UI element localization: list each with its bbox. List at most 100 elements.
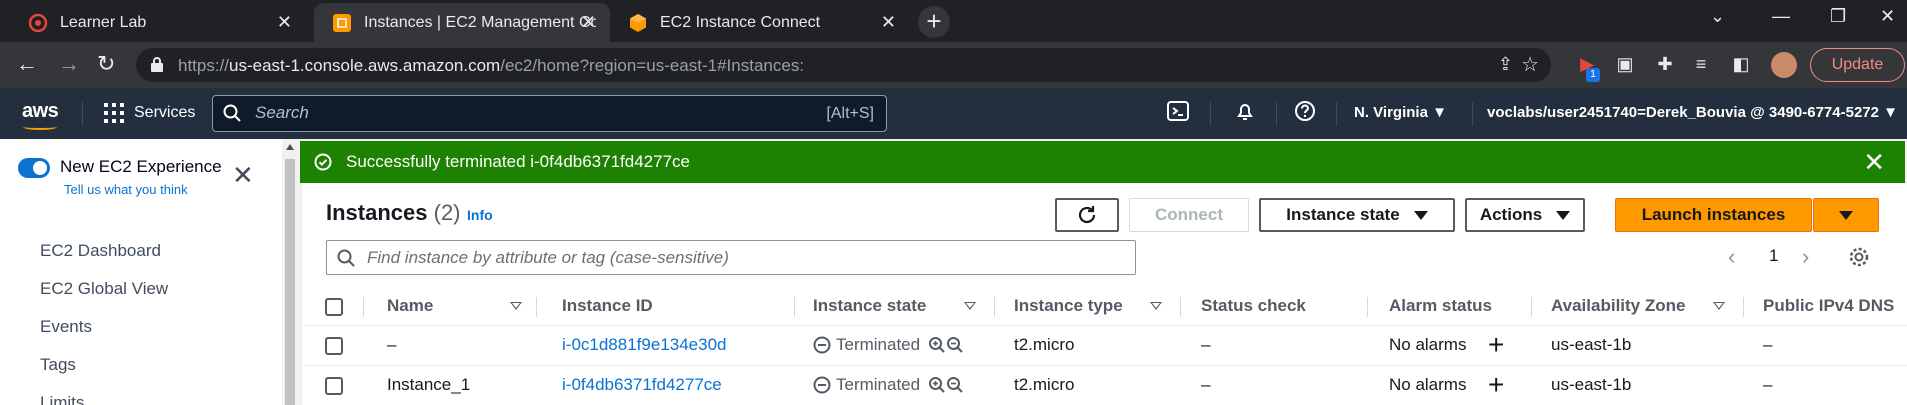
aws-search-box[interactable]: [Alt+S] bbox=[212, 95, 887, 132]
account-menu[interactable]: voclabs/user2451740=Derek_Bouvia @ 3490-… bbox=[1487, 104, 1898, 121]
cell-alarm-status: No alarms bbox=[1389, 335, 1467, 354]
select-all-checkbox[interactable] bbox=[325, 298, 343, 316]
forward-arrow-icon[interactable]: → bbox=[58, 51, 80, 77]
tab-search-chevron-icon[interactable]: ⌄ bbox=[1710, 6, 1725, 27]
tab-learner-lab[interactable]: Learner Lab ✕ bbox=[10, 3, 306, 42]
tab-ec2-instances[interactable]: Instances | EC2 Management Cor ✕ bbox=[314, 3, 610, 42]
help-icon[interactable] bbox=[1292, 100, 1318, 126]
share-icon[interactable]: ⇪ bbox=[1498, 54, 1513, 75]
address-bar[interactable]: https://us-east-1.console.aws.amazon.com… bbox=[136, 48, 1551, 82]
terminated-status-icon bbox=[813, 376, 831, 394]
tab-close-icon[interactable]: ✕ bbox=[277, 12, 292, 33]
scroll-up-icon[interactable] bbox=[286, 144, 294, 150]
aws-smile-icon bbox=[23, 124, 57, 130]
new-tab-button[interactable]: + bbox=[918, 6, 950, 38]
previous-page-icon[interactable]: ‹ bbox=[1728, 244, 1735, 270]
filter-input[interactable] bbox=[367, 248, 1067, 268]
cell-instance-id[interactable]: i-0f4db6371fd4277ce bbox=[562, 375, 722, 395]
sidebar-item-tags[interactable]: Tags bbox=[40, 355, 76, 375]
header-divider bbox=[82, 102, 83, 126]
column-header-status-check[interactable]: Status check bbox=[1201, 296, 1306, 316]
sidebar-item-ec2-global-view[interactable]: EC2 Global View bbox=[40, 279, 168, 299]
launch-instances-button[interactable]: Launch instances bbox=[1615, 198, 1812, 232]
column-divider bbox=[1367, 297, 1368, 317]
add-alarm-icon[interactable]: + bbox=[1488, 329, 1504, 361]
zoom-out-icon[interactable] bbox=[946, 336, 964, 354]
cloudshell-icon[interactable] bbox=[1165, 100, 1191, 126]
tab-ec2-instance-connect[interactable]: EC2 Instance Connect ✕ bbox=[610, 3, 910, 42]
actions-button[interactable]: Actions bbox=[1465, 198, 1585, 232]
search-input[interactable] bbox=[255, 103, 755, 123]
column-header-name[interactable]: Name bbox=[387, 296, 433, 316]
sidebar-item-events[interactable]: Events bbox=[40, 317, 92, 337]
zoom-in-icon[interactable] bbox=[928, 376, 946, 394]
services-grid-icon[interactable] bbox=[104, 103, 124, 123]
table-header: Name Instance ID Instance state Instance… bbox=[301, 288, 1907, 326]
sort-icon[interactable] bbox=[1713, 302, 1725, 310]
connect-button[interactable]: Connect bbox=[1129, 198, 1249, 232]
cell-availability-zone: us-east-1b bbox=[1551, 335, 1632, 354]
instance-state-button[interactable]: Instance state bbox=[1259, 198, 1455, 232]
aws-logo[interactable]: aws bbox=[22, 100, 59, 123]
notifications-bell-icon[interactable] bbox=[1232, 100, 1258, 126]
refresh-icon bbox=[1078, 206, 1096, 224]
zoom-out-icon[interactable] bbox=[946, 376, 964, 394]
extension-screenshot-icon[interactable]: ▣ bbox=[1614, 54, 1636, 76]
launch-instances-dropdown[interactable] bbox=[1813, 198, 1879, 232]
feedback-link[interactable]: Tell us what you think bbox=[64, 182, 188, 197]
close-sidebar-icon[interactable]: ✕ bbox=[232, 162, 254, 188]
sort-icon[interactable] bbox=[964, 302, 976, 310]
window-close-icon[interactable]: ✕ bbox=[1880, 6, 1895, 27]
info-link[interactable]: Info bbox=[467, 207, 493, 223]
zoom-in-icon[interactable] bbox=[928, 336, 946, 354]
column-header-alarm-status[interactable]: Alarm status bbox=[1389, 296, 1492, 316]
refresh-button[interactable] bbox=[1055, 198, 1119, 232]
column-divider bbox=[1531, 297, 1532, 317]
profile-avatar[interactable] bbox=[1771, 52, 1797, 78]
search-icon bbox=[337, 249, 355, 267]
current-page[interactable]: 1 bbox=[1769, 246, 1778, 266]
sidebar-item-ec2-dashboard[interactable]: EC2 Dashboard bbox=[40, 241, 161, 261]
region-label: N. Virginia bbox=[1354, 104, 1428, 121]
side-panel-icon[interactable]: ◧ bbox=[1730, 54, 1752, 76]
restore-icon[interactable]: ❐ bbox=[1830, 6, 1846, 27]
scrollbar-thumb[interactable] bbox=[285, 159, 295, 405]
update-button[interactable]: Update bbox=[1810, 48, 1905, 82]
column-header-instance-type[interactable]: Instance type bbox=[1014, 296, 1123, 316]
settings-gear-icon[interactable] bbox=[1848, 246, 1870, 268]
reading-list-icon[interactable]: ≡ bbox=[1690, 54, 1712, 76]
cell-instance-state: Terminated bbox=[836, 335, 921, 354]
new-experience-label: New EC2 Experience bbox=[60, 157, 222, 176]
learner-lab-favicon-icon bbox=[28, 13, 48, 32]
reload-icon[interactable]: ↻ bbox=[97, 51, 115, 77]
back-arrow-icon[interactable]: ← bbox=[16, 51, 38, 77]
region-selector[interactable]: N. Virginia ▼ bbox=[1354, 104, 1447, 121]
column-header-instance-state[interactable]: Instance state bbox=[813, 296, 926, 316]
bookmark-star-icon[interactable]: ☆ bbox=[1521, 52, 1539, 77]
cell-instance-id[interactable]: i-0c1d881f9e134e30d bbox=[562, 335, 726, 355]
tab-close-icon[interactable]: ✕ bbox=[881, 12, 896, 33]
sort-icon[interactable] bbox=[510, 302, 522, 310]
row-checkbox[interactable] bbox=[325, 337, 343, 355]
lock-icon bbox=[151, 57, 163, 72]
table-row[interactable]: Instance_1 i-0f4db6371fd4277ce Terminate… bbox=[301, 366, 1907, 405]
sidebar-item-limits[interactable]: Limits bbox=[40, 393, 84, 405]
caret-down-icon bbox=[1839, 210, 1853, 220]
dismiss-flash-icon[interactable]: ✕ bbox=[1863, 147, 1885, 178]
table-row[interactable]: – i-0c1d881f9e134e30d Terminated t2.micr… bbox=[301, 326, 1907, 366]
column-header-availability-zone[interactable]: Availability Zone bbox=[1551, 296, 1685, 316]
new-experience-toggle[interactable] bbox=[18, 158, 50, 178]
instance-filter[interactable] bbox=[326, 240, 1136, 275]
flash-message: Successfully terminated i-0f4db6371fd427… bbox=[346, 152, 690, 171]
next-page-icon[interactable]: › bbox=[1802, 244, 1809, 270]
sidebar-scrollbar[interactable] bbox=[282, 139, 298, 405]
sort-icon[interactable] bbox=[1150, 302, 1162, 310]
column-header-instance-id[interactable]: Instance ID bbox=[562, 296, 653, 316]
add-alarm-icon[interactable]: + bbox=[1488, 369, 1504, 401]
extensions-puzzle-icon[interactable]: ✚ bbox=[1654, 54, 1676, 76]
minimize-icon[interactable]: — bbox=[1772, 6, 1790, 27]
tab-close-icon[interactable]: ✕ bbox=[581, 12, 596, 33]
services-menu[interactable]: Services bbox=[134, 104, 195, 122]
column-header-public-ipv4-dns[interactable]: Public IPv4 DNS bbox=[1763, 296, 1894, 316]
row-checkbox[interactable] bbox=[325, 377, 343, 395]
